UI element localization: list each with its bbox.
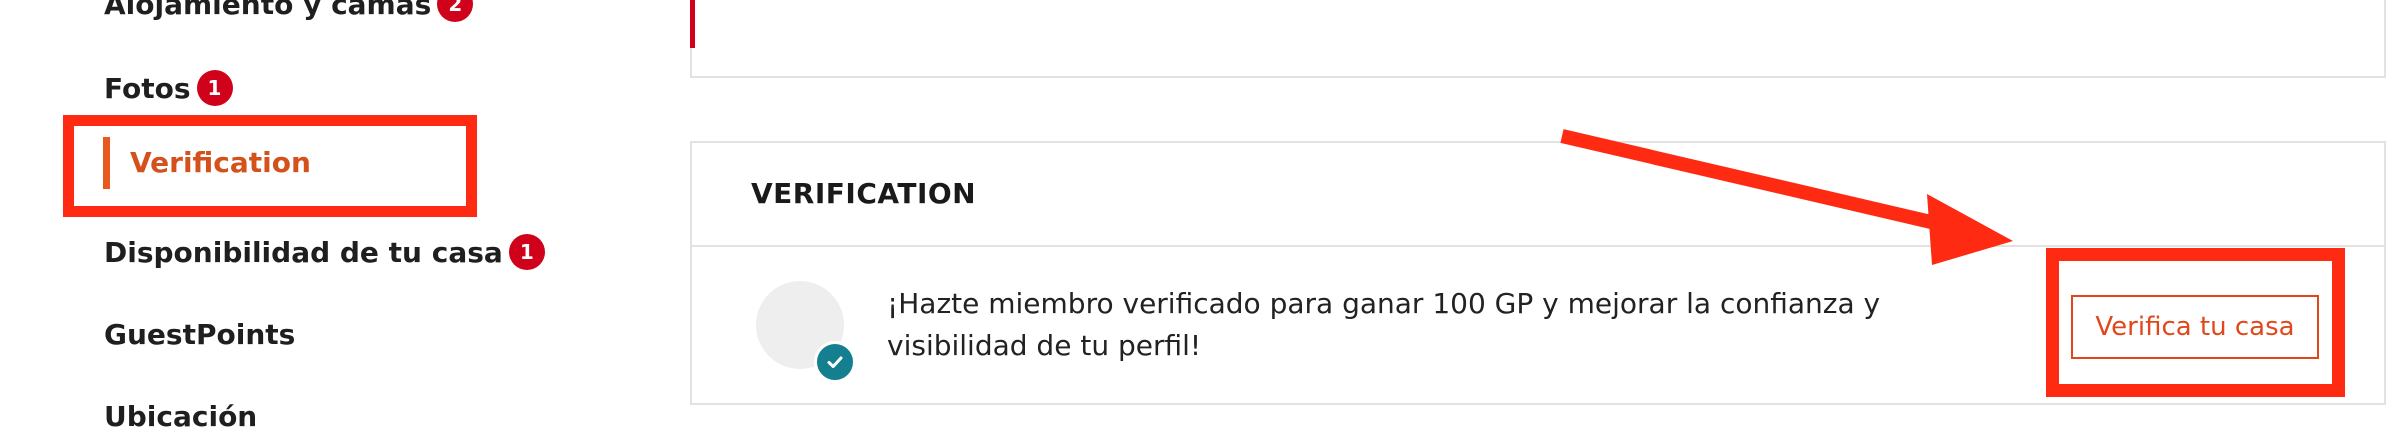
sidebar-item-label: Ubicación (104, 400, 258, 433)
annotation-highlight-box (2046, 248, 2345, 397)
notification-badge: 2 (437, 0, 474, 22)
sidebar-item-label: Disponibilidad de tu casa (104, 235, 503, 269)
sidebar-item-guestpoints[interactable]: GuestPoints (104, 318, 295, 351)
sidebar-nav: Alojamiento y camas 2 Fotos 1 Verificati… (0, 0, 560, 440)
sidebar-item-disponibilidad[interactable]: Disponibilidad de tu casa 1 (104, 234, 545, 270)
checkmark-icon (827, 356, 843, 368)
notification-badge: 1 (508, 234, 545, 270)
sidebar-item-ubicacion[interactable]: Ubicación (104, 400, 257, 433)
check-circle-icon (814, 341, 856, 383)
verification-message: ¡Hazte miembro verificado para ganar 100… (887, 287, 1881, 362)
previous-section-card (690, 0, 2386, 78)
page: Alojamiento y camas 2 Fotos 1 Verificati… (0, 0, 2404, 440)
sidebar-item-label: Alojamiento y camas (104, 0, 432, 21)
section-accent-bar (690, 0, 695, 48)
sidebar-item-label: GuestPoints (104, 318, 296, 351)
sidebar-item-label: Fotos (104, 71, 191, 105)
notification-badge: 1 (196, 70, 233, 106)
section-title: VERIFICATION (751, 177, 977, 210)
verification-card-header: VERIFICATION (692, 143, 2384, 247)
sidebar-item-alojamiento[interactable]: Alojamiento y camas 2 (104, 0, 474, 22)
annotation-highlight-box (63, 115, 477, 217)
sidebar-item-fotos[interactable]: Fotos 1 (104, 70, 233, 106)
